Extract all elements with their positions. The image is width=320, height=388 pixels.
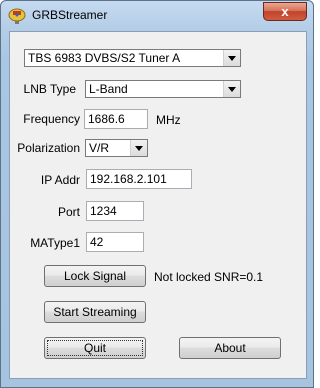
- lnb-type-label: LNB Type: [23, 82, 76, 96]
- chevron-down-icon[interactable]: [130, 140, 147, 156]
- start-streaming-button-label: Start Streaming: [53, 305, 137, 319]
- close-icon: x: [281, 4, 289, 19]
- close-button[interactable]: x: [263, 2, 307, 21]
- lnb-type-select[interactable]: L-Band: [85, 80, 241, 98]
- dialog-body: TBS 6983 DVBS/S2 Tuner A LNB Type L-Band…: [9, 31, 307, 379]
- ip-addr-value: 192.168.2.101: [90, 172, 167, 186]
- tuner-select[interactable]: TBS 6983 DVBS/S2 Tuner A: [24, 49, 241, 67]
- port-value: 1234: [90, 204, 117, 218]
- matype-input[interactable]: 42: [86, 232, 144, 252]
- polarization-value: V/R: [89, 141, 110, 155]
- frequency-value: 1686.6: [88, 112, 125, 126]
- polarization-select[interactable]: V/R: [85, 139, 148, 157]
- matype-label: MAType1: [30, 236, 80, 250]
- lock-signal-button-label: Lock Signal: [63, 269, 127, 283]
- frequency-label: Frequency: [23, 112, 80, 126]
- matype-value: 42: [90, 235, 104, 249]
- start-streaming-button[interactable]: Start Streaming: [44, 301, 146, 323]
- lock-status-text: Not locked SNR=0.1: [154, 270, 264, 284]
- chevron-down-icon[interactable]: [223, 50, 240, 66]
- polarization-label: Polarization: [17, 141, 80, 155]
- satellite-dish-icon[interactable]: [8, 7, 26, 25]
- frequency-unit: MHz: [156, 113, 181, 127]
- app-window: GRBStreamer x TBS 6983 DVBS/S2 Tuner A L…: [0, 0, 314, 388]
- ip-addr-label: IP Addr: [40, 173, 80, 187]
- title-bar[interactable]: GRBStreamer x: [1, 1, 313, 31]
- frequency-input[interactable]: 1686.6: [84, 109, 148, 129]
- quit-button[interactable]: Quit: [44, 337, 146, 359]
- about-button-label: About: [214, 341, 246, 355]
- quit-button-label: Quit: [83, 341, 106, 355]
- port-label: Port: [57, 205, 80, 219]
- tuner-select-value: TBS 6983 DVBS/S2 Tuner A: [28, 51, 181, 65]
- port-input[interactable]: 1234: [86, 201, 144, 221]
- ip-addr-input[interactable]: 192.168.2.101: [86, 169, 192, 189]
- about-button[interactable]: About: [179, 337, 281, 359]
- window-title: GRBStreamer: [32, 8, 108, 22]
- lock-signal-button[interactable]: Lock Signal: [44, 265, 146, 287]
- lnb-type-value: L-Band: [89, 82, 128, 96]
- chevron-down-icon[interactable]: [223, 81, 240, 97]
